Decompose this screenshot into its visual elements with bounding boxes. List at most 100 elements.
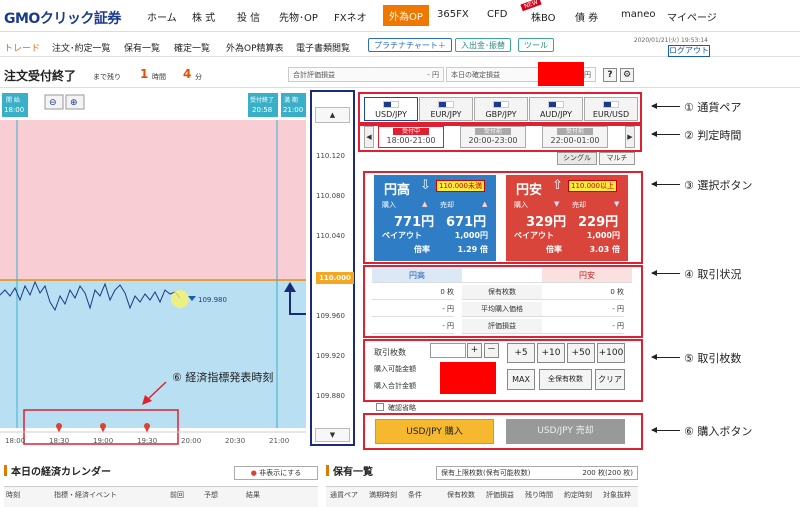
avail-label: 購入可能金額 — [374, 365, 416, 373]
clear-button[interactable]: クリア — [595, 369, 625, 390]
time-status: 受付前 — [475, 128, 511, 135]
tools-button[interactable]: ツール — [518, 38, 554, 52]
time-tab[interactable]: 受付中 18:00-21:00 — [378, 126, 444, 148]
time-tab[interactable]: 受付前 22:00-01:00 — [542, 126, 608, 148]
nav-item[interactable]: FXネオ — [334, 9, 367, 24]
triangle-up-icon: ▲ — [422, 200, 428, 208]
y-tick-label: 109.960 — [316, 312, 345, 320]
qty-minus-button[interactable]: － — [484, 343, 499, 358]
nav-item[interactable]: 外為OP — [383, 5, 429, 26]
position-row-label: 保有枚数 — [462, 285, 542, 300]
high-payout-label: ペイアウト — [382, 231, 422, 240]
annotation-arrow — [651, 181, 680, 187]
position-low-value: - 円 — [542, 302, 624, 317]
nav-item[interactable]: 365FX — [437, 9, 469, 20]
help-icon[interactable]: ? — [603, 68, 617, 82]
position-low-value: - 円 — [542, 319, 624, 334]
annotation-time: ② 判定時間 — [684, 129, 742, 142]
nav-item[interactable]: 株BO — [531, 9, 556, 24]
flag-icon — [493, 101, 509, 108]
nav-item[interactable]: 株 式 — [192, 9, 215, 24]
low-ratio-label: 倍率 — [546, 245, 562, 254]
scroll-up-button[interactable]: ▲ — [315, 107, 350, 123]
time-prev-button[interactable]: ◀ — [364, 126, 374, 148]
subnav-holdings[interactable]: 保有一覧 — [124, 41, 160, 54]
annotation-arrow — [651, 131, 680, 137]
logout-button[interactable]: ログアウト — [668, 45, 710, 57]
hours-unit: 時間 — [152, 73, 166, 81]
pair-tab[interactable]: AUD/JPY — [529, 97, 583, 121]
nav-item[interactable]: ホーム — [147, 9, 177, 24]
qty-quick-button[interactable]: +50 — [567, 343, 595, 363]
low-buy-price[interactable]: 329円 — [526, 211, 566, 230]
y-tick-label: 110.120 — [316, 152, 345, 160]
low-card[interactable]: 円安 ⇧ 110.000以上 購入 ▼ 売却 ▼ 329円 229円 ペイアウト… — [506, 175, 628, 261]
time-next-button[interactable]: ▶ — [625, 126, 635, 148]
platinum-chart-button[interactable]: プラチナチャート＋ — [368, 38, 452, 52]
all-holdings-button[interactable]: 全保有枚数 — [539, 369, 592, 390]
deadline-tag-label: 受付終了 — [250, 96, 274, 104]
holdings-column-header: 残り時間 — [525, 491, 553, 499]
high-card[interactable]: 円高 ⇩ 110.000未満 購入 ▲ 売却 ▲ 771円 671円 ペイアウト… — [374, 175, 496, 261]
nav-item[interactable]: 先物･OP — [279, 9, 318, 24]
deposit-button[interactable]: 入出金･振替 — [455, 38, 511, 52]
hours-value: 1 — [140, 67, 149, 81]
calendar-column-header: 時刻 — [6, 491, 20, 499]
qty-input[interactable] — [430, 343, 466, 358]
high-buy-price[interactable]: 771円 — [394, 211, 434, 230]
confirm-skip-checkbox[interactable] — [376, 403, 384, 411]
x-tick-label: 19:00 — [93, 437, 113, 445]
annotation-pair: ① 通貨ペア — [684, 101, 742, 114]
low-payout-label: ペイアウト — [514, 231, 554, 240]
remaining-label: まで残り — [93, 73, 121, 81]
pair-tab[interactable]: EUR/JPY — [419, 97, 473, 121]
realized-pnl: 本日の確定損益 円 — [446, 62, 596, 86]
nav-item[interactable]: 投 信 — [237, 9, 260, 24]
subnav-settled[interactable]: 確定一覧 — [174, 41, 210, 54]
nav-item[interactable]: マイページ — [667, 9, 717, 24]
pair-tab[interactable]: USD/JPY — [364, 97, 418, 121]
logo[interactable]: GMOクリック証券 — [4, 8, 121, 28]
subnav-statement[interactable]: 外為OP精算表 — [226, 41, 284, 54]
status-row: 注文受付終了 まで残り 1 時間 4 分 合計評価損益 - 円 本日の確定損益 … — [0, 60, 800, 88]
qty-plus-button[interactable]: + — [467, 343, 482, 358]
time-range: 22:00-01:00 — [550, 136, 600, 145]
single-mode-button[interactable]: シングル — [557, 152, 597, 165]
scroll-down-button[interactable]: ▼ — [315, 428, 350, 442]
qty-quick-button[interactable]: +100 — [597, 343, 625, 363]
pair-tab[interactable]: GBP/JPY — [474, 97, 528, 121]
nav-item[interactable]: CFD — [487, 9, 507, 20]
max-button[interactable]: MAX — [507, 369, 535, 390]
x-tick-label: 21:00 — [269, 437, 289, 445]
low-sell-price[interactable]: 229円 — [578, 211, 618, 230]
strike-price-tag: 110.000 — [316, 272, 354, 284]
time-range: 20:00-23:00 — [468, 136, 518, 145]
redacted-block — [440, 362, 496, 394]
hide-calendar-button[interactable]: ● 非表示にする — [234, 466, 318, 480]
qty-quick-button[interactable]: +10 — [537, 343, 565, 363]
pair-tab[interactable]: EUR/USD — [584, 97, 638, 121]
time-tab[interactable]: 受付前 20:00-23:00 — [460, 126, 526, 148]
redacted-block — [538, 62, 584, 86]
subnav-trade[interactable]: トレード — [4, 41, 40, 54]
datetime: 2020/01/21(火) 19:53:14 — [633, 37, 708, 44]
subnav-orders[interactable]: 注文･約定一覧 — [52, 41, 111, 54]
nav-item[interactable]: 債 券 — [575, 9, 598, 24]
gear-icon[interactable]: ⚙ — [620, 68, 634, 82]
qty-quick-button[interactable]: +5 — [507, 343, 535, 363]
calendar-column-header: 指標・経済イベント — [54, 491, 117, 499]
high-sell-price[interactable]: 671円 — [446, 211, 486, 230]
multi-mode-button[interactable]: マルチ — [599, 152, 635, 165]
nav-item[interactable]: maneo — [621, 9, 655, 20]
calendar-title: 本日の経済カレンダー — [4, 463, 111, 478]
holdings-column-header: 通貨ペア — [330, 491, 358, 499]
sell-button[interactable]: USD/JPY 売却 — [506, 419, 625, 444]
holdings-column-header: 条件 — [408, 491, 422, 499]
buy-button[interactable]: USD/JPY 購入 — [375, 419, 494, 444]
start-tag-label: 開 始 — [6, 96, 20, 104]
subnav-documents[interactable]: 電子書類閲覧 — [296, 41, 350, 54]
high-ratio-value: 1.29 倍 — [457, 245, 488, 254]
expiry-tag-label: 満 期 — [284, 96, 298, 104]
position-low-value: 0 枚 — [542, 285, 624, 300]
eval-pnl-value: - 円 — [427, 71, 439, 79]
